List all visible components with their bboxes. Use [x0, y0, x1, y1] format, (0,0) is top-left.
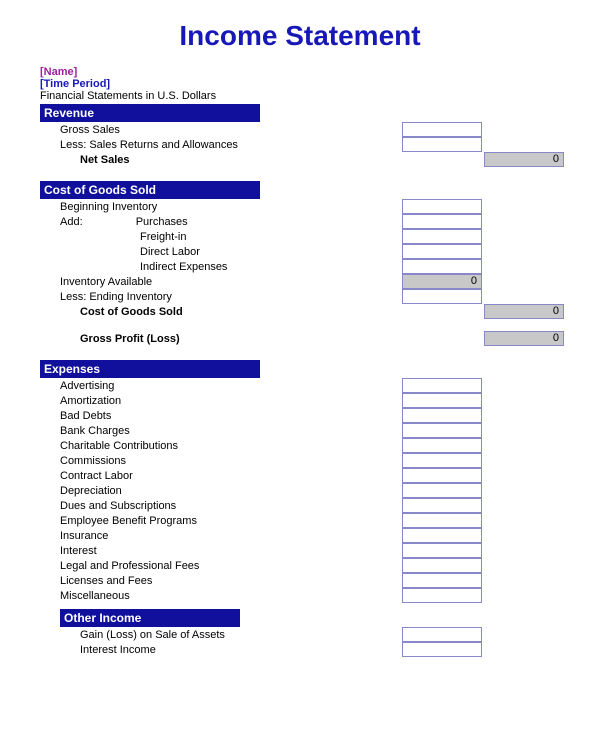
meta-currency: Financial Statements in U.S. Dollars [40, 90, 585, 102]
inventory-available-label: Inventory Available [40, 276, 400, 288]
expense-cell[interactable] [402, 573, 482, 588]
direct-labor-cell[interactable] [402, 244, 482, 259]
expense-label: Bank Charges [40, 425, 400, 437]
expense-label: Miscellaneous [40, 590, 400, 602]
gross-sales-cell[interactable] [402, 122, 482, 137]
cogs-header: Cost of Goods Sold [40, 181, 260, 199]
expense-label: Legal and Professional Fees [40, 560, 400, 572]
expense-label: Advertising [40, 380, 400, 392]
cogs-total-value: 0 [484, 304, 564, 319]
expense-label: Insurance [40, 530, 400, 542]
spacer [402, 304, 482, 319]
beginning-inventory-label: Beginning Inventory [40, 201, 400, 213]
add-label: Add: Purchases [40, 216, 400, 228]
expense-cell[interactable] [402, 483, 482, 498]
expense-cell[interactable] [402, 558, 482, 573]
direct-labor-label: Direct Labor [40, 246, 400, 258]
expense-label: Charitable Contributions [40, 440, 400, 452]
meta-period: [Time Period] [40, 78, 585, 90]
returns-cell[interactable] [402, 137, 482, 152]
indirect-expenses-label: Indirect Expenses [40, 261, 400, 273]
gross-sales-label: Gross Sales [40, 124, 400, 136]
freight-in-cell[interactable] [402, 229, 482, 244]
cogs-total-label: Cost of Goods Sold [40, 306, 400, 318]
gain-loss-cell[interactable] [402, 627, 482, 642]
expenses-header: Expenses [40, 360, 260, 378]
expense-cell[interactable] [402, 528, 482, 543]
expense-cell[interactable] [402, 588, 482, 603]
beginning-inventory-cell[interactable] [402, 199, 482, 214]
spacer [402, 331, 482, 346]
gross-profit-label: Gross Profit (Loss) [40, 333, 400, 345]
expense-label: Dues and Subscriptions [40, 500, 400, 512]
ending-inventory-label: Less: Ending Inventory [40, 291, 400, 303]
indirect-expenses-cell[interactable] [402, 259, 482, 274]
page-title: Income Statement [15, 20, 585, 52]
revenue-header: Revenue [40, 104, 260, 122]
expense-cell[interactable] [402, 438, 482, 453]
returns-label: Less: Sales Returns and Allowances [40, 139, 400, 151]
expense-cell[interactable] [402, 468, 482, 483]
expense-cell[interactable] [402, 378, 482, 393]
expense-label: Licenses and Fees [40, 575, 400, 587]
gain-loss-label: Gain (Loss) on Sale of Assets [40, 629, 400, 641]
add-text: Add: [60, 216, 83, 228]
ending-inventory-cell[interactable] [402, 289, 482, 304]
purchases-label: Purchases [136, 216, 188, 228]
spacer [402, 152, 482, 167]
interest-income-cell[interactable] [402, 642, 482, 657]
net-sales-value: 0 [484, 152, 564, 167]
gross-profit-value: 0 [484, 331, 564, 346]
expense-label: Commissions [40, 455, 400, 467]
expense-label: Employee Benefit Programs [40, 515, 400, 527]
expense-label: Contract Labor [40, 470, 400, 482]
inventory-available-value: 0 [402, 274, 482, 289]
expense-cell[interactable] [402, 513, 482, 528]
expense-label: Depreciation [40, 485, 400, 497]
purchases-cell[interactable] [402, 214, 482, 229]
meta-name: [Name] [40, 66, 585, 78]
expense-label: Amortization [40, 395, 400, 407]
expense-label: Interest [40, 545, 400, 557]
expense-cell[interactable] [402, 393, 482, 408]
interest-income-label: Interest Income [40, 644, 400, 656]
expense-cell[interactable] [402, 498, 482, 513]
expense-cell[interactable] [402, 408, 482, 423]
expense-label: Bad Debts [40, 410, 400, 422]
expense-cell[interactable] [402, 543, 482, 558]
net-sales-label: Net Sales [40, 154, 400, 166]
freight-in-label: Freight-in [40, 231, 400, 243]
expense-cell[interactable] [402, 453, 482, 468]
expense-cell[interactable] [402, 423, 482, 438]
other-income-header: Other Income [60, 609, 240, 627]
